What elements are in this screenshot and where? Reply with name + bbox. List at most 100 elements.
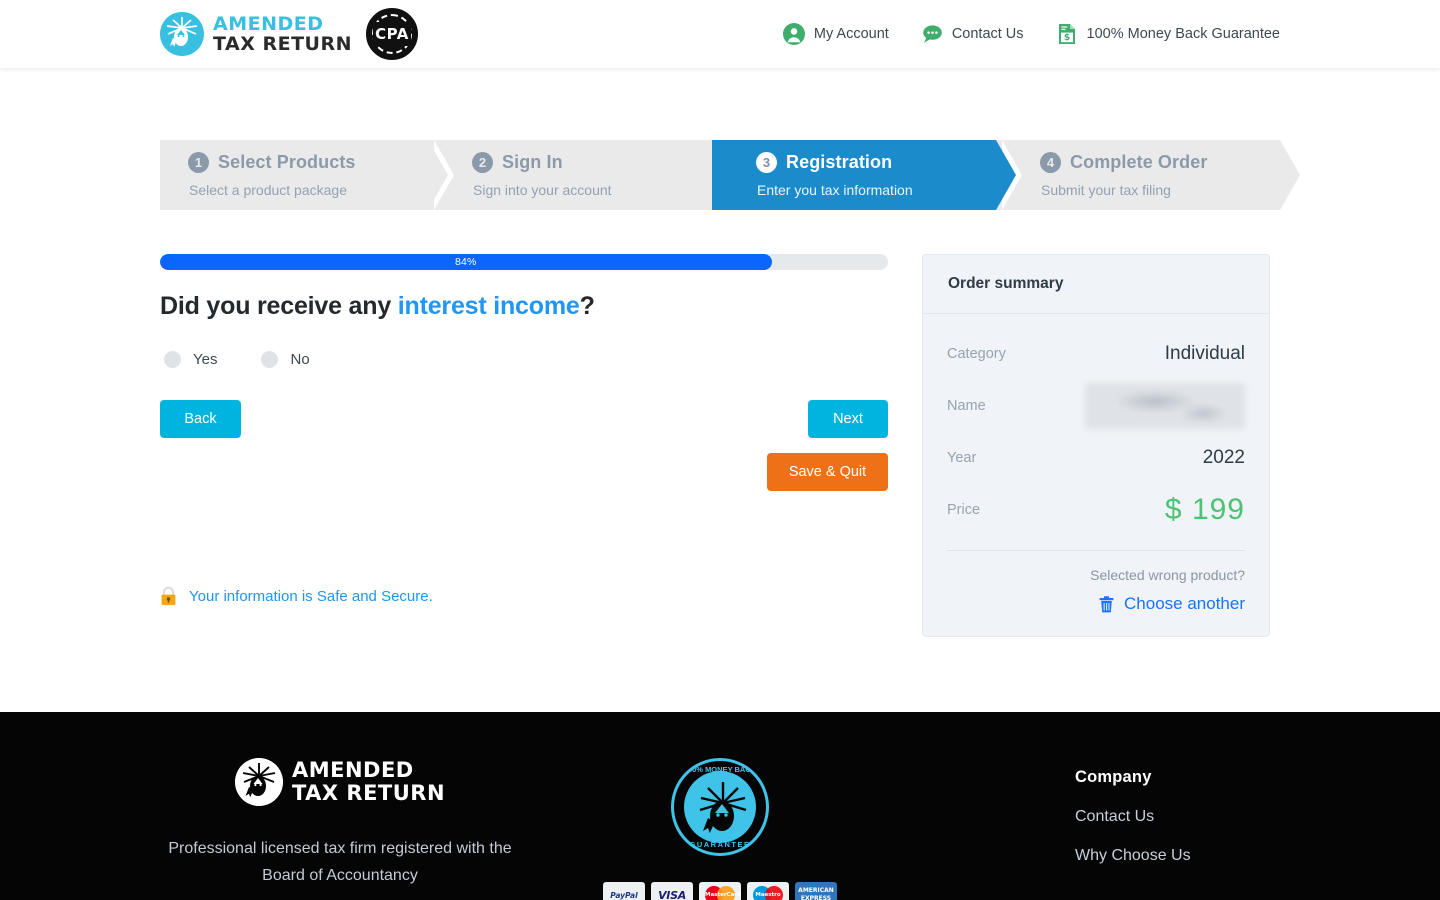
trash-icon [1099,595,1114,613]
step-number: 3 [756,152,777,173]
nav-my-account-label: My Account [813,26,889,42]
badge-bottom-text: GUARANTEE [689,840,751,849]
order-summary-body: Category Individual Name Year 2022 Price… [923,314,1269,636]
radio-option-no[interactable]: No [261,351,310,368]
summary-row-price: Price $ 199 [947,484,1245,536]
summary-value-price: $ 199 [1164,493,1245,526]
form-actions: Back Next Save & Quit [160,400,888,491]
choose-another-label[interactable]: Choose another [1124,594,1245,614]
summary-key-category: Category [947,346,1006,362]
footer-badge-column: 100% MONEY BACK GUARANTEE PayPal VISA Ma… [520,758,920,900]
step-number: 1 [188,152,209,173]
footer-tagline-line-2: Board of Accountancy [262,867,418,884]
summary-row-category: Category Individual [947,328,1245,380]
cpa-seal-label: CPA [373,22,411,46]
footer-company-heading: Company [1075,768,1152,786]
step-title-label: Registration [786,152,893,172]
footer-logo-line-1: AMENDED [291,758,414,782]
back-button[interactable]: Back [160,400,241,438]
step-subtitle: Submit your tax filing [1041,182,1171,198]
summary-key-price: Price [947,502,981,518]
summary-footer: Selected wrong product? Choose another [947,567,1245,614]
statue-of-liberty-icon [160,12,204,56]
footer-brand-column: AMENDED TAX RETURN Professional licensed… [160,758,520,900]
form-column: 84% Did you receive any interest income?… [160,254,888,606]
nav-money-back-guarantee[interactable]: $ 100% Money Back Guarantee [1056,23,1280,45]
money-document-icon: $ [1056,23,1078,45]
user-circle-icon [782,23,805,45]
nav-contact-us-label: Contact Us [951,26,1024,42]
security-notice-text[interactable]: Your information is Safe and Secure. [189,588,433,605]
footer-company-column: Company Contact Us Why Choose Us [920,758,1280,900]
paypal-icon: PayPal [603,882,645,900]
step-title-label: Complete Order [1070,152,1208,172]
site-header: AMENDED TAX RETURN CPA My Account Contac… [0,0,1440,68]
question-highlight: interest income [397,292,580,320]
step-title-label: Sign In [502,152,563,172]
choose-another-link[interactable]: Choose another [947,594,1245,614]
footer-tagline: Professional licensed tax firm registere… [160,835,520,889]
step-sign-in[interactable]: 2 Sign In Sign into your account [428,140,738,210]
summary-value-category: Individual [1164,343,1245,364]
radio-circle-icon[interactable] [164,351,181,368]
progress-bar: 84% [160,254,888,270]
payment-methods: PayPal VISA MasterCard Maestro AMERICAN … [603,882,837,900]
amex-icon: AMERICAN EXPRESS [795,882,837,900]
security-notice: Your information is Safe and Secure. [160,586,888,606]
page-body: 1 Select Products Select a product packa… [160,140,1300,637]
order-summary-title: Order summary [923,255,1269,314]
step-registration[interactable]: 3 Registration Enter you tax information [712,140,1022,210]
forward-actions: Next Save & Quit [767,400,888,491]
next-button[interactable]: Next [808,400,888,438]
cpa-seal-badge: CPA [365,8,418,60]
checkout-steps: 1 Select Products Select a product packa… [160,140,1300,210]
summary-row-name: Name [947,380,1245,432]
question-prefix: Did you receive any [160,292,398,320]
summary-row-year: Year 2022 [947,432,1245,484]
mastercard-label: MasterCard [705,892,741,898]
mastercard-icon: MasterCard [699,882,741,900]
nav-contact-us[interactable]: Contact Us [921,23,1024,45]
site-logo[interactable]: AMENDED TAX RETURN [160,12,352,56]
summary-value-year: 2022 [1202,447,1245,468]
summary-key-year: Year [947,450,977,466]
content-area: 84% Did you receive any interest income?… [160,254,1280,637]
radio-label-yes: Yes [193,351,218,368]
logo-line-1: AMENDED [213,12,324,35]
progress-percent-label: 84% [454,256,477,268]
radio-circle-icon[interactable] [261,351,279,368]
footer-tagline-line-1: Professional licensed tax firm registere… [168,840,512,857]
brand-group: AMENDED TAX RETURN CPA [160,8,418,60]
progress-bar-fill: 84% [160,254,772,270]
radio-label-no: No [290,351,310,368]
nav-money-back-label: 100% Money Back Guarantee [1086,26,1280,42]
wrong-product-question: Selected wrong product? [1090,567,1245,583]
save-and-quit-button[interactable]: Save & Quit [767,453,888,491]
footer-logo[interactable]: AMENDED TAX RETURN [160,758,520,806]
header-nav: My Account Contact Us $ 100% Money Back … [782,23,1280,45]
step-subtitle: Enter you tax information [757,182,913,198]
summary-key-name: Name [947,398,986,414]
step-number: 2 [472,152,493,173]
lock-icon [160,586,177,606]
step-number: 4 [1040,152,1061,173]
footer-link-contact-us[interactable]: Contact Us [1075,808,1280,826]
step-select-products[interactable]: 1 Select Products Select a product packa… [160,140,454,210]
step-complete-order[interactable]: 4 Complete Order Submit your tax filing [996,140,1300,210]
footer-logo-line-2: TAX RETURN [291,781,446,805]
step-title-label: Select Products [218,152,356,172]
badge-top-text: 100% MONEY BACK [683,765,757,774]
question-heading: Did you receive any interest income? [160,292,888,321]
step-subtitle: Sign into your account [473,182,612,198]
maestro-label: Maestro [755,892,781,898]
answer-options: Yes No [160,351,888,368]
chat-bubble-icon [921,23,943,45]
badge-inner-circle [684,771,756,843]
radio-option-yes[interactable]: Yes [164,351,217,368]
nav-my-account[interactable]: My Account [782,23,889,45]
footer-link-why-choose-us[interactable]: Why Choose Us [1075,847,1280,865]
step-subtitle: Select a product package [189,182,347,198]
statue-of-liberty-icon [234,758,283,806]
summary-value-name-redacted [1085,383,1245,429]
visa-icon: VISA [651,882,693,900]
